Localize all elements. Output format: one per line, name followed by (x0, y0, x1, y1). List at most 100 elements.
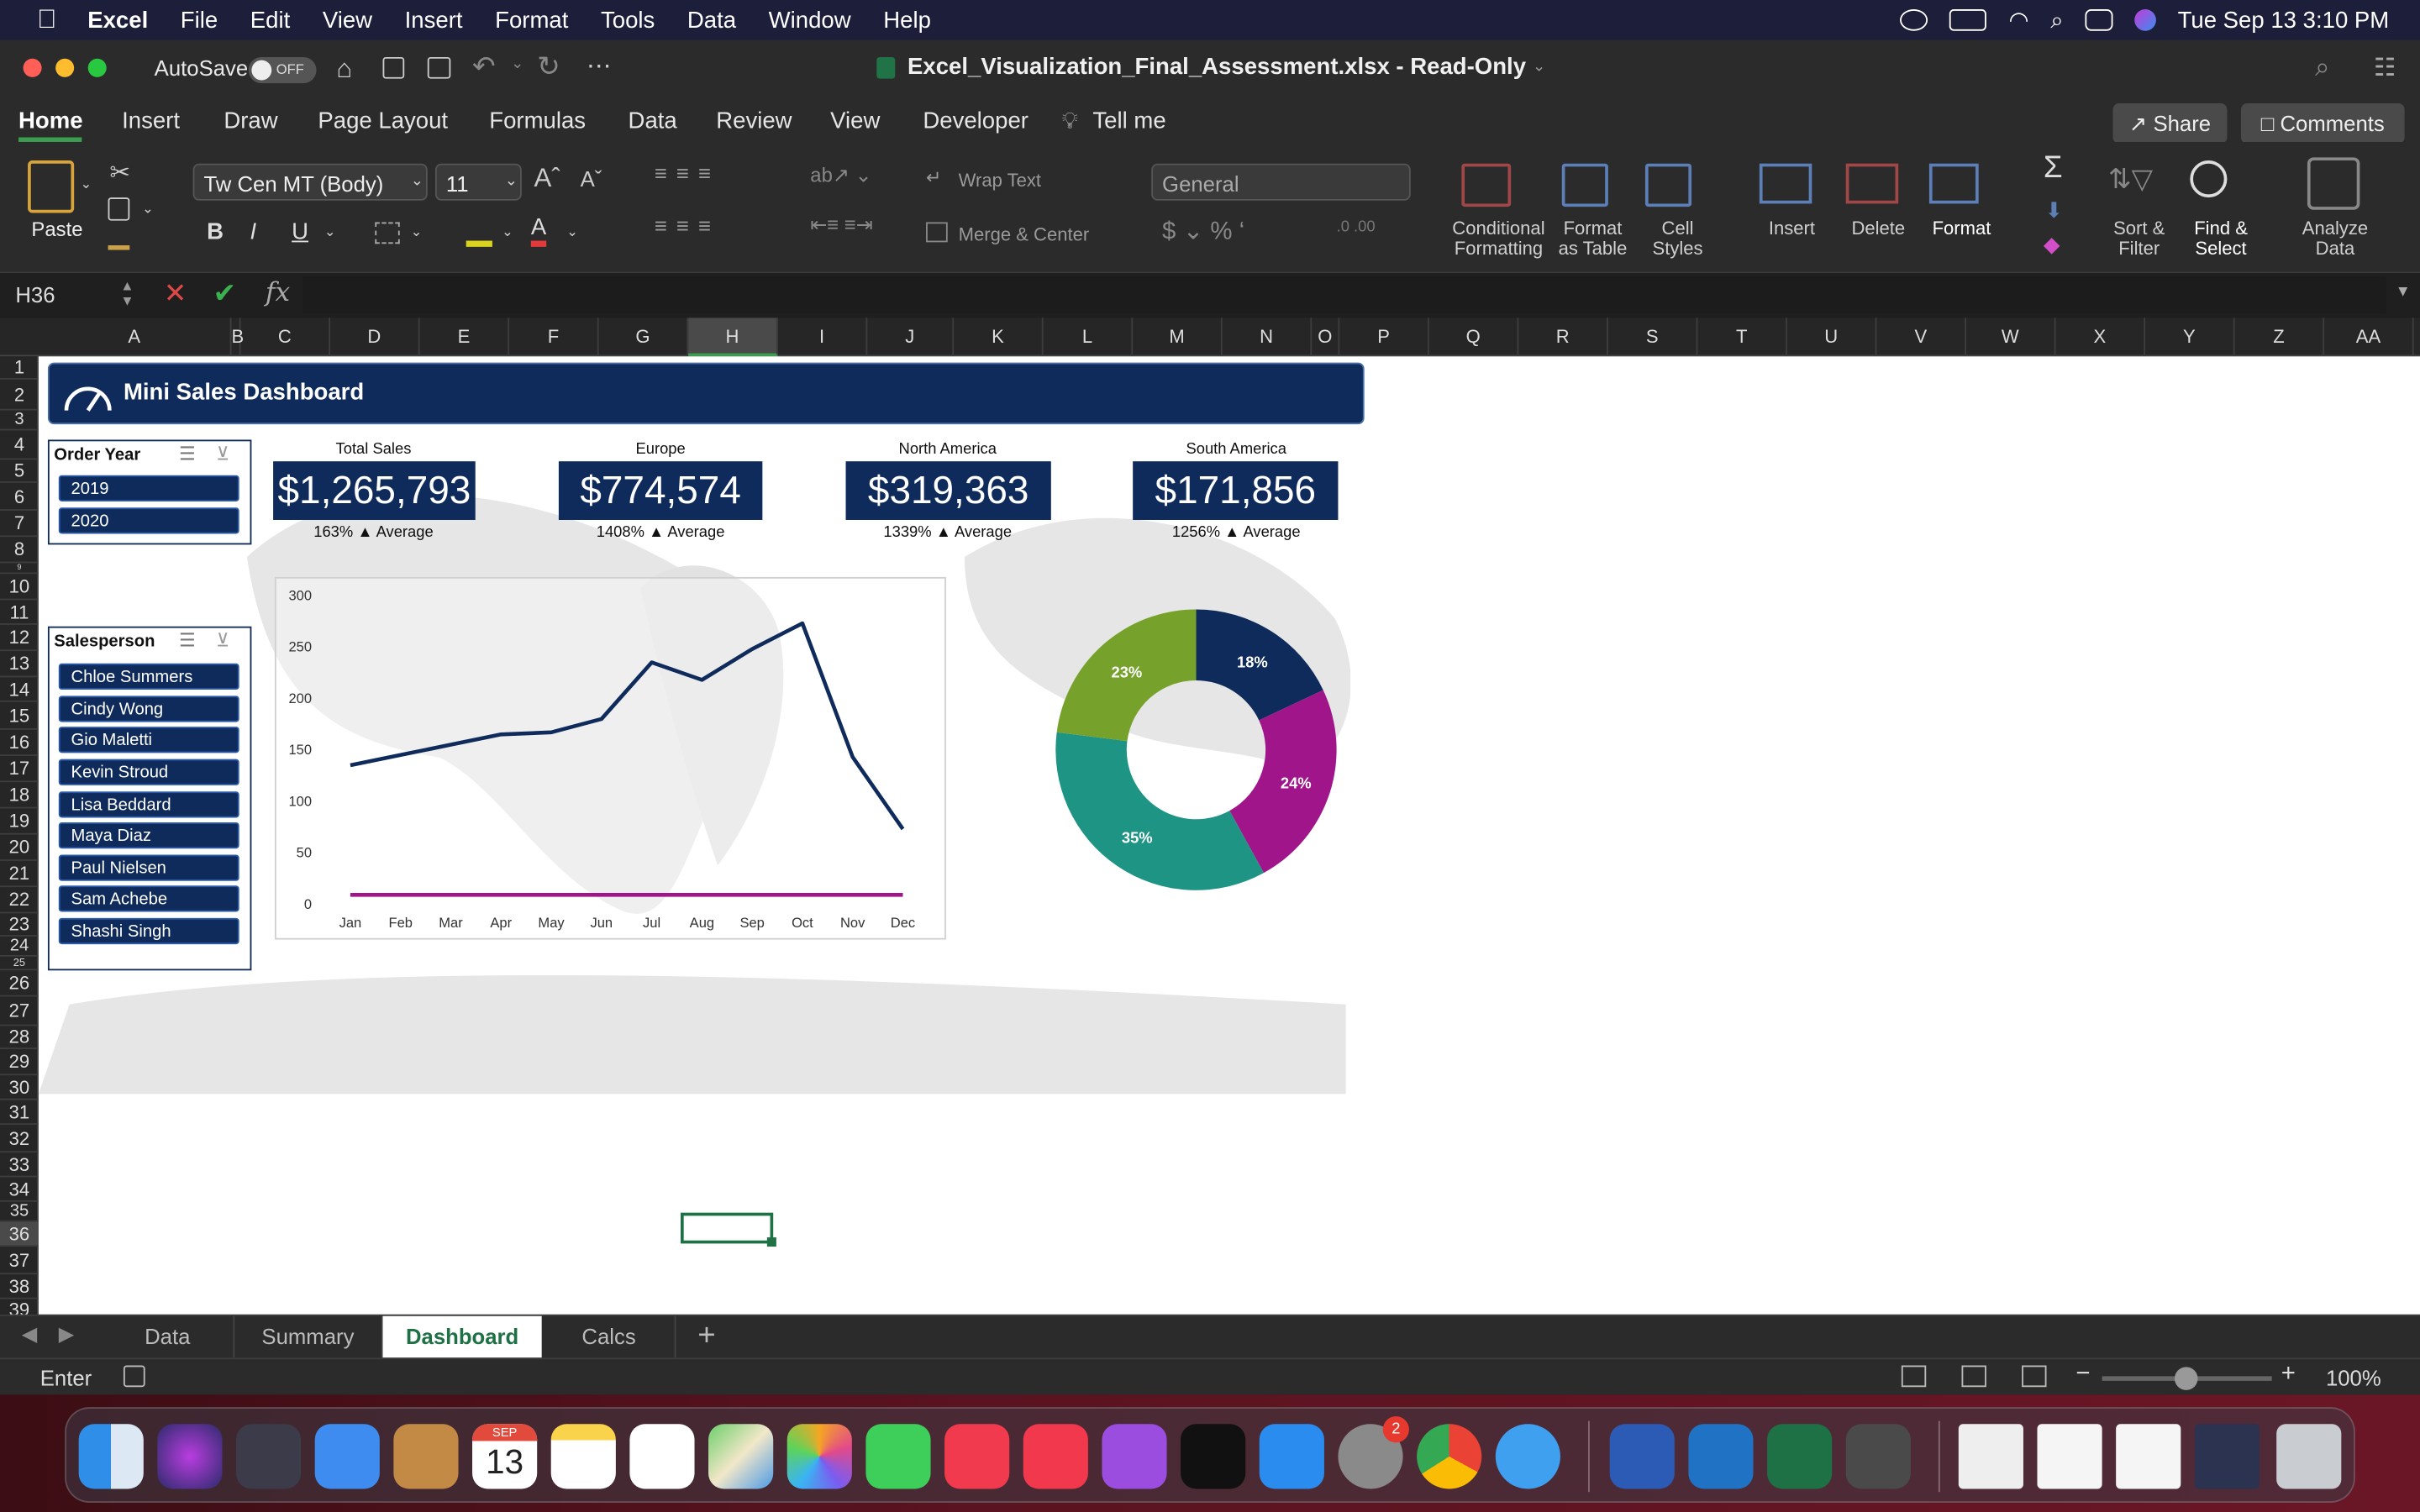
title-dropdown-icon[interactable]: ⌄ (1533, 59, 1545, 76)
row-header-12[interactable]: 12 (0, 625, 39, 652)
row-header-3[interactable]: 3 (0, 411, 39, 431)
clipboard-icon[interactable] (28, 160, 75, 213)
column-header-l[interactable]: L (1044, 318, 1134, 357)
row-header-19[interactable]: 19 (0, 808, 39, 835)
search-icon[interactable]: ⌕ (2050, 7, 2063, 33)
column-header-x[interactable]: X (2056, 318, 2146, 357)
app-store-icon[interactable] (1259, 1424, 1324, 1489)
accessibility-icon[interactable] (123, 1365, 145, 1388)
recent-document-thumbnail[interactable] (1958, 1424, 2023, 1489)
borders-icon[interactable] (375, 222, 400, 244)
format-as-table-label[interactable]: Format as Table (1551, 218, 1634, 260)
launchpad-icon[interactable] (236, 1424, 302, 1489)
slicer-item-maya-diaz[interactable]: Maya Diaz (58, 822, 239, 849)
slicer-item-cindy-wong[interactable]: Cindy Wong (58, 696, 239, 722)
cut-icon[interactable]: ✂ (109, 157, 130, 188)
clear-filter-icon[interactable]: ⊻ (216, 629, 229, 651)
photos-icon[interactable] (786, 1424, 852, 1489)
tab-review[interactable]: Review (716, 108, 792, 134)
apple-tv-icon[interactable] (1181, 1424, 1246, 1489)
underline-button[interactable]: U (292, 219, 308, 245)
share-button[interactable]: ↗ Share (2112, 103, 2228, 144)
column-header-j[interactable]: J (867, 318, 955, 357)
tab-data[interactable]: Data (629, 108, 677, 134)
slicer-item-2019[interactable]: 2019 (58, 475, 239, 501)
excel-icon[interactable] (1767, 1424, 1833, 1489)
slicer-item-chloe-summers[interactable]: Chloe Summers (58, 663, 239, 690)
column-header-k[interactable]: K (954, 318, 1044, 357)
row-header-24[interactable]: 24 (0, 937, 39, 957)
decimal-icons[interactable]: .0 .00 (1337, 219, 1376, 236)
tab-insert[interactable]: Insert (122, 108, 180, 134)
conditional-formatting-icon[interactable] (1461, 163, 1512, 207)
column-header-b[interactable]: B (232, 318, 244, 357)
merge-center-button[interactable]: Merge & Center (959, 223, 1090, 245)
row-header-13[interactable]: 13 (0, 651, 39, 678)
sheet-tab-calcs[interactable]: Calcs (544, 1315, 676, 1358)
decrease-font-icon[interactable]: Aˇ (581, 166, 602, 191)
undo-icon[interactable]: ↶ (472, 51, 496, 84)
sublime-icon[interactable] (1845, 1424, 1911, 1489)
size-dropdown-icon[interactable]: ⌄ (505, 173, 518, 190)
autosave-toggle[interactable]: OFF (248, 56, 317, 84)
underline-dropdown-icon[interactable]: ⌄ (324, 223, 336, 240)
wrap-text-button[interactable]: Wrap Text (959, 170, 1041, 192)
autosum-icon[interactable]: Σ (2044, 151, 2063, 186)
fill-down-icon[interactable]: ⬇ (2045, 197, 2064, 223)
column-header-m[interactable]: M (1133, 318, 1223, 357)
find-icon[interactable] (2190, 160, 2228, 198)
column-header-t[interactable]: T (1697, 318, 1787, 357)
row-header-14[interactable]: 14 (0, 677, 39, 702)
minimize-window-button[interactable] (55, 58, 75, 77)
app-menu[interactable]: Excel (87, 7, 148, 33)
name-box-stepper-icon[interactable]: ▲ ▼ (120, 278, 134, 309)
tab-draw[interactable]: Draw (224, 108, 277, 134)
finder-icon[interactable] (78, 1424, 144, 1489)
wrap-text-icon[interactable]: ↵ (926, 166, 941, 188)
tab-formulas[interactable]: Formulas (489, 108, 586, 134)
worksheet-grid[interactable]: Mini Sales Dashboard Order Year ☰ ⊻ 2019… (38, 356, 2420, 1315)
account-icon[interactable]: ☷ (2374, 52, 2396, 83)
calendar-icon[interactable]: SEP 13 (472, 1424, 538, 1489)
menu-data[interactable]: Data (687, 7, 736, 33)
row-header-35[interactable]: 35 (0, 1202, 39, 1222)
format-as-table-icon[interactable] (1561, 163, 1608, 207)
analyze-data-icon[interactable] (2307, 157, 2360, 210)
menu-tools[interactable]: Tools (601, 7, 655, 33)
tell-me[interactable]: Tell me (1092, 108, 1165, 134)
safari-icon[interactable] (1495, 1424, 1560, 1489)
column-header-e[interactable]: E (420, 318, 510, 357)
row-header-37[interactable]: 37 (0, 1247, 39, 1275)
menu-edit[interactable]: Edit (250, 7, 290, 33)
row-header-26[interactable]: 26 (0, 970, 39, 997)
column-header-h[interactable]: H (688, 318, 778, 357)
format-cells-icon[interactable] (1928, 163, 1979, 204)
row-header-31[interactable]: 31 (0, 1100, 39, 1125)
column-header-v[interactable]: V (1876, 318, 1967, 357)
monthly-sales-line-chart[interactable]: 0 50 100 150 200 250 300 Jan Feb Mar Apr May Jun Jul A… (274, 576, 946, 940)
paste-dropdown-icon[interactable]: ⌄ (81, 176, 92, 192)
find-select-label[interactable]: Find & Select (2182, 218, 2260, 260)
battery-icon[interactable] (1949, 9, 1987, 31)
normal-view-icon[interactable] (1901, 1365, 1927, 1388)
column-header-f[interactable]: F (509, 318, 599, 357)
save-icon[interactable] (382, 56, 405, 79)
control-center-icon[interactable] (2085, 9, 2113, 31)
recent-document-thumbnail[interactable] (2194, 1424, 2260, 1489)
page-layout-view-icon[interactable] (1961, 1365, 1986, 1388)
siri-icon[interactable] (2134, 9, 2156, 31)
row-header-1[interactable]: 1 (0, 356, 39, 380)
sheet-tab-summary[interactable]: Summary (234, 1315, 383, 1358)
align-left-icons[interactable]: ≡≡≡ (655, 213, 720, 237)
menu-file[interactable]: File (181, 7, 218, 33)
wifi-icon[interactable]: ◠ (2008, 6, 2028, 34)
column-header-r[interactable]: R (1518, 318, 1608, 357)
sort-filter-icon[interactable]: ⇅▽ (2108, 164, 2153, 197)
column-header-c[interactable]: C (241, 318, 331, 357)
trash-icon[interactable] (2276, 1424, 2342, 1489)
insert-cells-label[interactable]: Insert (1754, 218, 1831, 239)
row-header-10[interactable]: 10 (0, 574, 39, 601)
format-cells-label[interactable]: Format (1923, 218, 2001, 239)
slicer-item-lisa-beddard[interactable]: Lisa Beddard (58, 791, 239, 818)
siri-dock-icon[interactable] (157, 1424, 223, 1489)
